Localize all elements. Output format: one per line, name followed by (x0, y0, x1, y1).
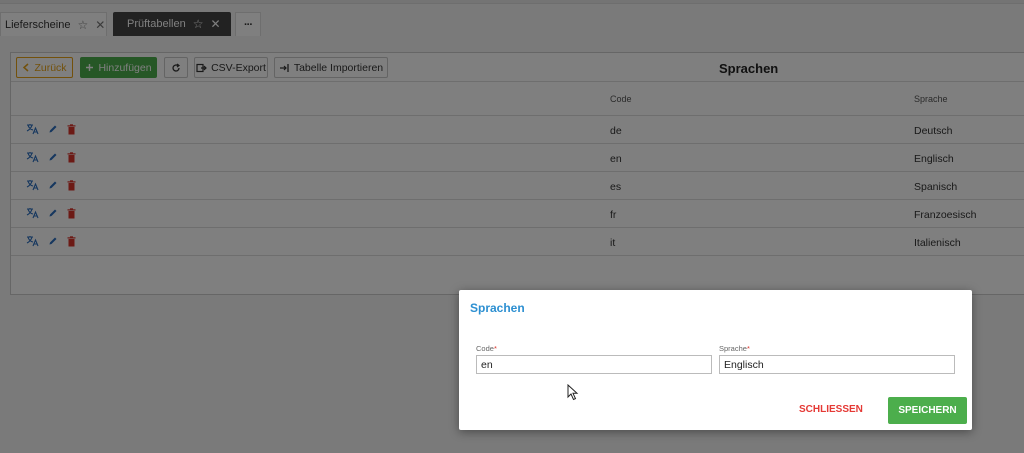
code-label-text: Code (476, 344, 494, 353)
dialog-title: Sprachen (470, 301, 525, 315)
save-button[interactable]: SPEICHERN (888, 397, 967, 424)
code-input[interactable] (476, 355, 712, 374)
app-page: Lieferscheine ☆ ✕ Prüftabellen ☆ ✕ ··· Z… (0, 0, 1024, 453)
edit-dialog: Sprachen Code* Sprache* SCHLIESSEN SPEIC… (459, 290, 972, 430)
close-button[interactable]: SCHLIESSEN (799, 404, 863, 415)
language-field: Sprache* (719, 344, 955, 374)
language-input[interactable] (719, 355, 955, 374)
language-field-label: Sprache* (719, 344, 955, 353)
code-field: Code* (476, 344, 712, 374)
code-field-label: Code* (476, 344, 712, 353)
mouse-cursor-icon (567, 383, 579, 404)
required-mark: * (493, 344, 497, 353)
language-label-text: Sprache (719, 344, 747, 353)
required-mark: * (746, 344, 750, 353)
